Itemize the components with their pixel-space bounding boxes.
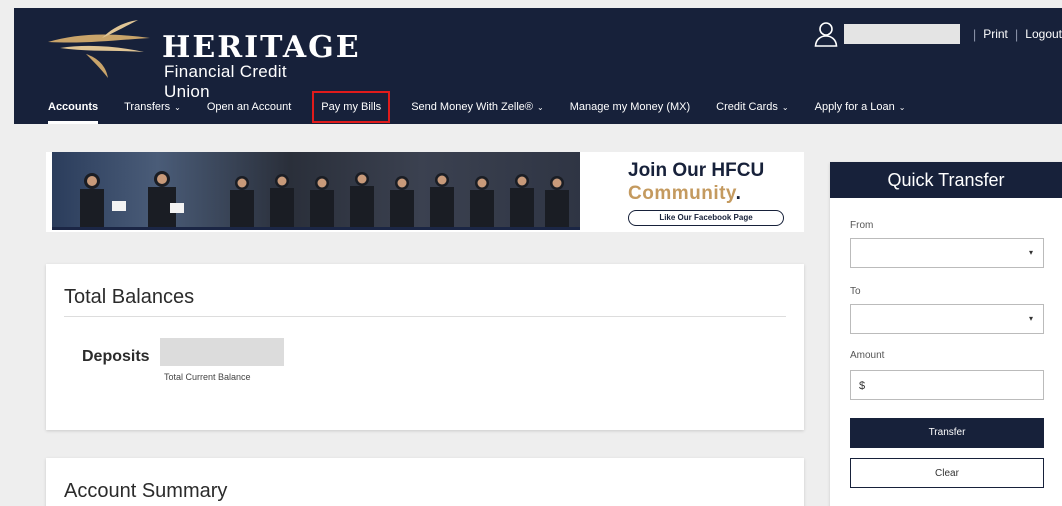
nav-pay-my-bills[interactable]: Pay my Bills [312,91,391,123]
from-select[interactable]: ▾ [850,238,1044,268]
brand-name: HERITAGE [162,30,361,65]
banner-photo [52,152,580,230]
chevron-down-icon: ⌄ [537,102,544,112]
quick-transfer-title: Quick Transfer [830,162,1062,198]
print-link[interactable]: Print [983,27,1008,41]
nav-label: Pay my Bills [321,101,382,113]
group-photo-image [80,171,569,227]
facebook-page-button[interactable]: Like Our Facebook Page [628,210,784,226]
nav-send-money-zelle[interactable]: Send Money With Zelle® ⌄ [411,96,544,118]
nav-transfers[interactable]: Transfers ⌄ [124,96,181,118]
deposits-caption: Total Current Balance [164,372,251,382]
chevron-down-icon: ⌄ [781,102,789,112]
nav-manage-money[interactable]: Manage my Money (MX) [570,96,690,118]
chevron-down-icon: ⌄ [898,102,906,112]
from-label: From [850,220,874,231]
to-label: To [850,286,861,297]
quick-transfer-panel: Quick Transfer From ▾ To ▾ Amount $ Tran… [830,162,1062,506]
card-title: Account Summary [64,480,228,502]
chevron-down-icon: ⌄ [174,102,181,112]
nav-open-account[interactable]: Open an Account [207,96,291,118]
caret-down-icon: ▾ [1028,248,1033,257]
site-header: HERITAGE Financial Credit Union | Print … [14,8,1062,124]
user-area: | Print | Logout [814,20,1062,48]
banner-subtitle: Community. [628,183,741,205]
nav-apply-loan[interactable]: Apply for a Loan ⌄ [815,96,906,118]
heritage-logo[interactable]: HERITAGE Financial Credit Union [46,18,359,101]
card-title: Total Balances [64,286,195,308]
nav-accounts[interactable]: Accounts [48,96,99,124]
separator: | [972,26,977,42]
clear-button[interactable]: Clear [850,458,1044,488]
username-redacted [843,24,960,44]
transfer-button[interactable]: Transfer [850,418,1044,448]
nav-label: Manage my Money (MX) [569,101,691,113]
deposits-label: Deposits [82,348,150,365]
caret-down-icon: ▾ [1028,314,1033,323]
account-summary-card: Account Summary [46,458,804,506]
nav-credit-cards[interactable]: Credit Cards ⌄ [716,96,788,118]
divider [64,316,786,317]
separator: | [1014,26,1019,42]
nav-label: Accounts [48,101,99,113]
total-balances-card: Total Balances Deposits Total Current Ba… [46,264,804,430]
amount-label: Amount [850,350,885,361]
main-nav: Accounts Transfers ⌄ Open an Account Pay… [48,91,931,124]
user-icon[interactable] [814,21,838,47]
nav-label: Apply for a Loan [814,101,895,113]
nav-label: Send Money With Zelle® [411,101,534,113]
banner-title: Join Our HFCU [628,160,765,181]
amount-input[interactable]: $ [850,370,1044,400]
logout-link[interactable]: Logout [1025,27,1062,41]
nav-label: Transfers [124,101,171,113]
nav-label: Open an Account [206,101,292,113]
banner-subtitle-text: Community [628,183,736,204]
promo-banner[interactable]: Join Our HFCU Community. Like Our Facebo… [46,152,804,232]
heritage-bird-icon [48,20,150,78]
deposits-amount-redacted [160,338,284,366]
nav-label: Credit Cards [716,101,778,113]
to-select[interactable]: ▾ [850,304,1044,334]
banner-subtitle-dot: . [735,183,742,204]
